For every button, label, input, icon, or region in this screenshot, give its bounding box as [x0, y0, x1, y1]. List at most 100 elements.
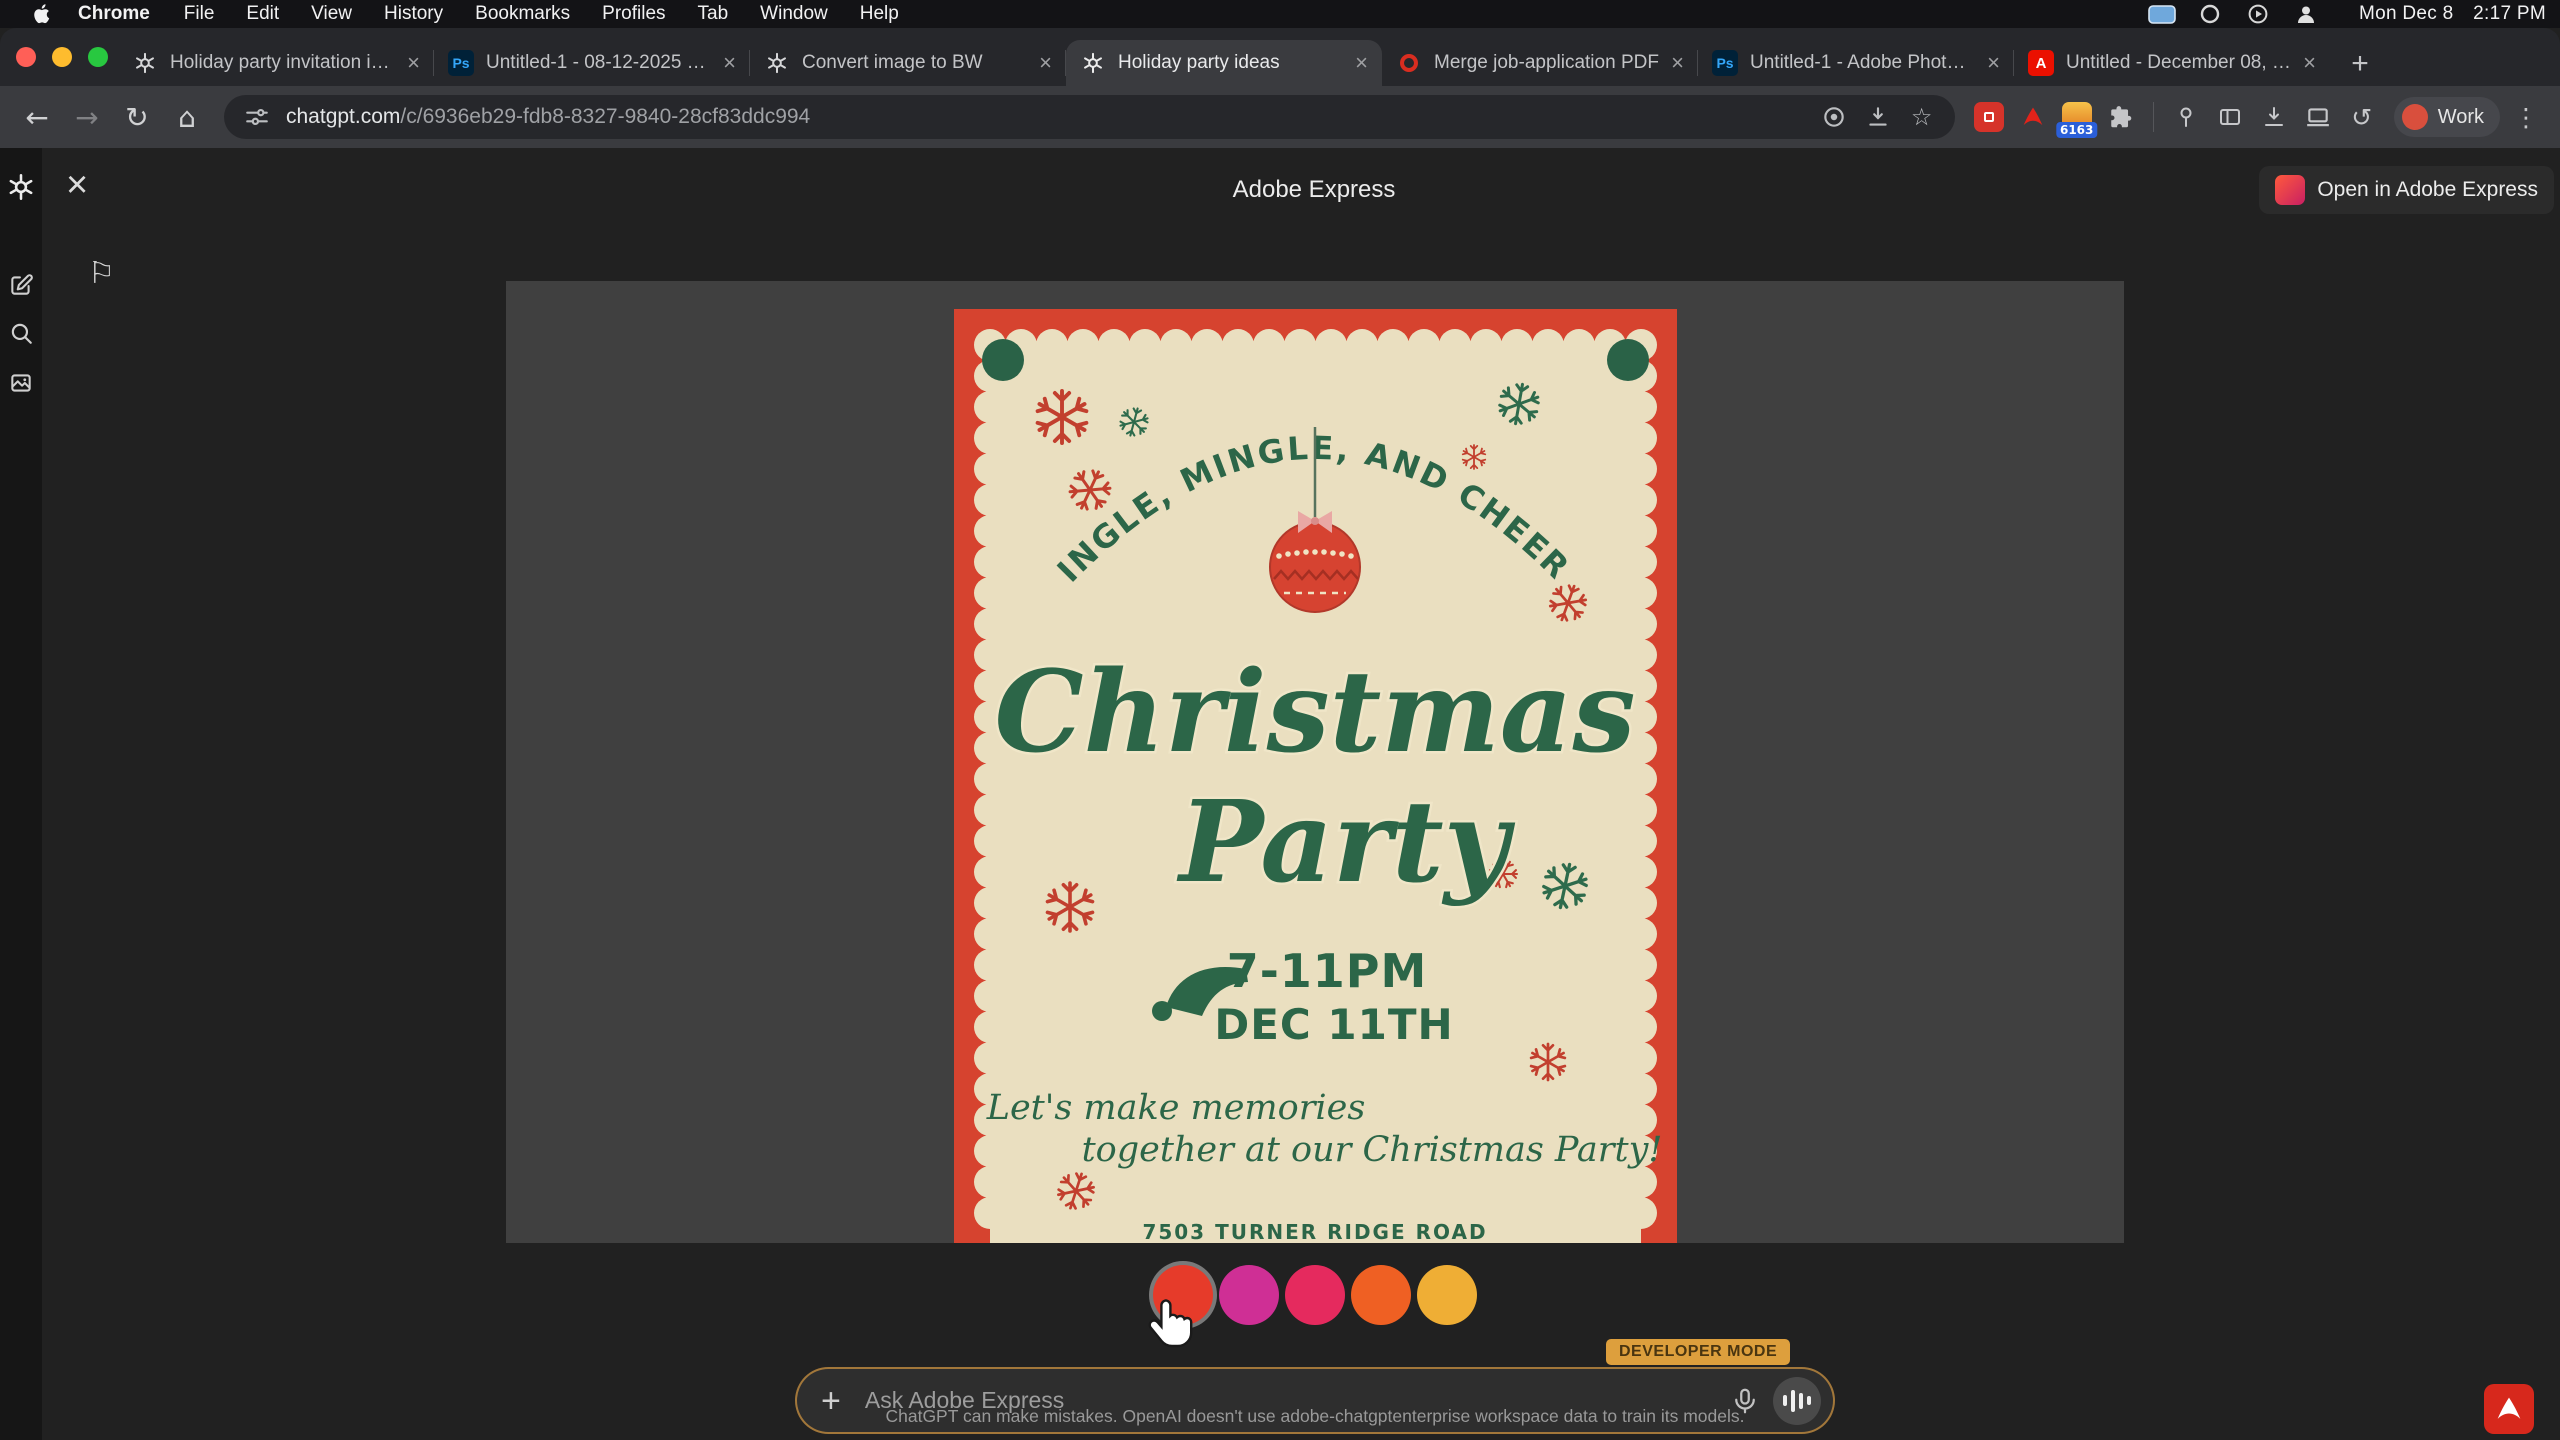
menu-view[interactable]: View — [311, 3, 352, 25]
bookmark-star-icon[interactable]: ☆ — [1907, 102, 1937, 132]
tab-close-icon[interactable]: × — [1987, 52, 2000, 74]
poster-time: 7-11PM — [1227, 944, 1428, 998]
attach-plus-icon[interactable]: + — [821, 1384, 841, 1418]
design-canvas: JINGLE, MINGLE, AND CHEER! — [506, 281, 2124, 1243]
play-status-icon[interactable] — [2241, 3, 2275, 25]
pin-icon[interactable] — [2168, 99, 2204, 135]
zoom-window-button[interactable] — [88, 47, 108, 67]
minimize-window-button[interactable] — [52, 47, 72, 67]
menu-help[interactable]: Help — [860, 3, 899, 25]
chatgpt-logo-icon[interactable] — [4, 170, 38, 204]
flag-icon[interactable]: ⚐ — [88, 256, 115, 291]
screen-mirroring-icon[interactable] — [2145, 3, 2179, 25]
url-domain: chatgpt.com — [286, 105, 400, 128]
library-icon[interactable] — [4, 366, 38, 400]
back-button[interactable]: ← — [16, 96, 58, 138]
profile-label: Work — [2438, 106, 2484, 129]
apple-menu-icon[interactable] — [30, 3, 52, 25]
browser-menu-icon[interactable]: ⋮ — [2508, 99, 2544, 135]
poster-tagline1: Let's make memories — [986, 1088, 1366, 1128]
profile-chip[interactable]: Work — [2394, 97, 2500, 137]
swatch-red[interactable] — [1153, 1265, 1213, 1325]
tab-close-icon[interactable]: × — [723, 52, 736, 74]
save-share-icon[interactable] — [1863, 102, 1893, 132]
tab-close-icon[interactable]: × — [2303, 52, 2316, 74]
tab-untitled-december[interactable]: A Untitled - December 08, 202 × — [2014, 40, 2330, 86]
search-icon[interactable] — [4, 316, 38, 350]
menubar-date: Mon Dec 8 — [2359, 3, 2454, 24]
menu-profiles[interactable]: Profiles — [602, 3, 665, 25]
devices-icon[interactable] — [2300, 99, 2336, 135]
open-button-label: Open in Adobe Express — [2317, 178, 2538, 202]
tab-holiday-party-ideas-active[interactable]: Holiday party ideas × — [1066, 40, 1382, 86]
tab-title: Holiday party invitation ideas — [170, 52, 395, 74]
tab-holiday-party-invitation-ideas[interactable]: Holiday party invitation ideas × — [118, 40, 434, 86]
color-swatch-row — [1153, 1265, 1477, 1325]
address-bar[interactable]: chatgpt.com/c/6936eb29-fdb8-8327-9840-28… — [224, 95, 1955, 139]
menu-window[interactable]: Window — [760, 3, 828, 25]
lens-icon[interactable] — [1819, 102, 1849, 132]
acrobat-extension-icon[interactable] — [2015, 99, 2051, 135]
user-switcher-icon[interactable] — [2289, 3, 2323, 25]
voice-mode-button[interactable] — [1773, 1377, 1821, 1425]
adobe-express-icon — [2275, 175, 2305, 205]
menu-file[interactable]: File — [184, 3, 215, 25]
new-tab-button[interactable]: + — [2338, 42, 2382, 86]
tab-strip: Holiday party invitation ideas × Ps Unti… — [0, 28, 2560, 86]
tab-convert-image-to-bw[interactable]: Convert image to BW × — [750, 40, 1066, 86]
adobe-cc-extension-icon[interactable] — [1971, 99, 2007, 135]
app-title: Adobe Express — [1233, 176, 1396, 204]
history-icon[interactable]: ↺ — [2344, 99, 2380, 135]
record-status-icon[interactable] — [2193, 3, 2227, 25]
tab-title: Untitled - December 08, 202 — [2066, 52, 2291, 74]
chatgpt-favicon — [1080, 50, 1106, 76]
photoshop-favicon: Ps — [1712, 50, 1738, 76]
acrobat-assistant-button[interactable] — [2484, 1384, 2534, 1434]
tab-merge-job-application-pdf[interactable]: Merge job-application PDF × — [1382, 40, 1698, 86]
home-button[interactable]: ⌂ — [166, 96, 208, 138]
acrobat-web-favicon — [1396, 50, 1422, 76]
poster-title-line1: Christmas — [994, 647, 1635, 778]
menubar-app-name[interactable]: Chrome — [78, 3, 150, 25]
side-panel-icon[interactable] — [2212, 99, 2248, 135]
swatch-magenta[interactable] — [1219, 1265, 1279, 1325]
chatgpt-favicon — [132, 50, 158, 76]
tab-title: Untitled-1 - Adobe Photosho — [1750, 52, 1975, 74]
swatch-crimson[interactable] — [1285, 1265, 1345, 1325]
new-chat-icon[interactable] — [4, 268, 38, 302]
tab-title: Merge job-application PDF — [1434, 52, 1659, 74]
chatgpt-favicon — [764, 50, 790, 76]
chatgpt-sidebar — [0, 148, 42, 1440]
tab-close-icon[interactable]: × — [407, 52, 420, 74]
downloads-icon[interactable] — [2256, 99, 2292, 135]
url-text[interactable]: chatgpt.com/c/6936eb29-fdb8-8327-9840-28… — [286, 105, 1805, 129]
menu-history[interactable]: History — [384, 3, 443, 25]
tab-untitled-adobe-photoshop[interactable]: Ps Untitled-1 - Adobe Photosho × — [1698, 40, 2014, 86]
site-settings-icon[interactable] — [242, 102, 272, 132]
developer-mode-badge: DEVELOPER MODE — [1606, 1339, 1790, 1365]
swatch-amber[interactable] — [1417, 1265, 1477, 1325]
open-in-adobe-express-button[interactable]: Open in Adobe Express — [2259, 166, 2554, 214]
tab-close-icon[interactable]: × — [1355, 52, 1368, 74]
tab-close-icon[interactable]: × — [1671, 52, 1684, 74]
swatch-orange[interactable] — [1351, 1265, 1411, 1325]
close-app-icon[interactable]: × — [66, 166, 88, 204]
browser-toolbar: ← → ↻ ⌂ chatgpt.com/c/6936eb29-fdb8-8327… — [0, 86, 2560, 148]
menu-bookmarks[interactable]: Bookmarks — [475, 3, 570, 25]
macos-menubar: Chrome File Edit View History Bookmarks … — [0, 0, 2560, 28]
christmas-party-poster: JINGLE, MINGLE, AND CHEER! — [954, 309, 1677, 1243]
menu-edit[interactable]: Edit — [246, 3, 279, 25]
chatgpt-page: × ⚐ Adobe Express Open in Adobe Express — [0, 148, 2560, 1440]
menubar-time: 2:17 PM — [2473, 3, 2546, 24]
menubar-clock[interactable]: Mon Dec 8 2:17 PM — [2345, 3, 2546, 25]
tab-untitled-photoshop-export[interactable]: Ps Untitled-1 - 08-12-2025 14-1 × — [434, 40, 750, 86]
photoshop-favicon: Ps — [448, 50, 474, 76]
reload-button[interactable]: ↻ — [116, 96, 158, 138]
session-extension-icon[interactable]: 6163 — [2059, 99, 2095, 135]
tab-close-icon[interactable]: × — [1039, 52, 1052, 74]
menu-tab[interactable]: Tab — [698, 3, 729, 25]
poster-date: DEC 11TH — [1214, 1000, 1453, 1049]
forward-button[interactable]: → — [66, 96, 108, 138]
close-window-button[interactable] — [16, 47, 36, 67]
extensions-puzzle-icon[interactable] — [2103, 99, 2139, 135]
